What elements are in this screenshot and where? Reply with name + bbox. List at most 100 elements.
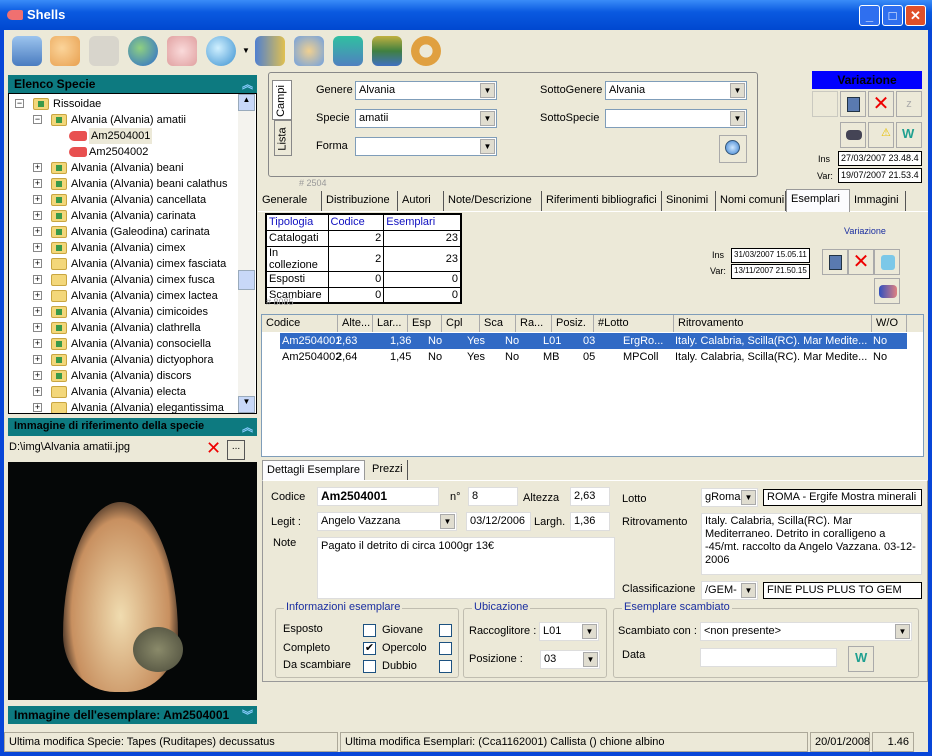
collapse-icon[interactable]: − xyxy=(33,115,42,124)
word-date-button[interactable]: W xyxy=(848,646,874,672)
expand-icon[interactable]: + xyxy=(33,307,42,316)
tree-item[interactable]: + Alvania (Alvania) cimicoides xyxy=(9,304,239,320)
expand-icon[interactable]: + xyxy=(33,371,42,380)
da-scambiare-checkbox[interactable] xyxy=(363,660,376,673)
vtab-campi[interactable]: Campi xyxy=(272,80,292,120)
edit-record-button[interactable] xyxy=(840,91,866,117)
tab-nomi-comuni[interactable]: Nomi comuni xyxy=(716,191,786,211)
remove-image-icon[interactable]: ✕ xyxy=(206,439,221,457)
species-panel-header[interactable]: Elenco Specie ︽ xyxy=(8,75,257,93)
expand-icon[interactable]: + xyxy=(33,243,42,252)
tree-item[interactable]: + Alvania (Alvania) clathrella xyxy=(9,320,239,336)
expand-icon[interactable]: + xyxy=(33,275,42,284)
search-button[interactable] xyxy=(719,135,747,163)
ritrovamento-textarea[interactable]: Italy. Calabria, Scilla(RC). Mar Mediter… xyxy=(701,513,922,575)
scroll-up-button[interactable]: ▲ xyxy=(238,94,255,111)
species-tree[interactable]: − Rissoidae − Alvania (Alvania) amatii Am250… xyxy=(8,93,257,414)
largh-field[interactable]: 1,36 xyxy=(570,512,610,531)
tree-item[interactable]: + Alvania (Alvania) cancellata xyxy=(9,192,239,208)
chevron-down-icon[interactable]: ▼ xyxy=(480,111,495,126)
tree-item[interactable]: + Alvania (Alvania) elegantissima xyxy=(9,400,239,413)
column-header[interactable]: Codice xyxy=(262,315,338,332)
tree-item[interactable]: + Alvania (Alvania) electa xyxy=(9,384,239,400)
tab-sinonimi[interactable]: Sinonimi xyxy=(662,191,716,211)
minimize-button[interactable]: _ xyxy=(859,5,880,26)
scroll-down-button[interactable]: ▼ xyxy=(238,396,255,413)
exchange-button[interactable] xyxy=(874,278,900,304)
altezza-field[interactable]: 2,63 xyxy=(570,487,610,506)
warning-calendar-button[interactable]: ⚠ xyxy=(868,122,894,148)
delete-record-button[interactable]: ✕ xyxy=(868,91,894,117)
books-icon[interactable] xyxy=(372,36,402,66)
column-header[interactable]: Cpl xyxy=(442,315,480,332)
expand-icon[interactable]: + xyxy=(33,323,42,332)
users-icon[interactable] xyxy=(294,36,324,66)
column-header[interactable]: Posiz. xyxy=(552,315,594,332)
chevron-down-icon[interactable]: ▼ xyxy=(741,490,756,505)
note-textarea[interactable]: Pagato il detrito di circa 1000gr 13€ xyxy=(317,537,615,599)
tree-scrollbar[interactable]: ▲ ▼ xyxy=(238,94,255,413)
column-header[interactable]: #Lotto xyxy=(594,315,674,332)
tree-item[interactable]: − Rissoidae xyxy=(9,96,239,112)
tab-generale[interactable]: Generale xyxy=(258,191,322,211)
chevron-down-icon[interactable]: ▼ xyxy=(730,111,745,126)
scambiato-con-select[interactable]: <non presente> ▼ xyxy=(700,622,912,641)
help-list-icon[interactable] xyxy=(50,36,80,66)
tree-item[interactable]: + Alvania (Galeodina) carinata xyxy=(9,224,239,240)
tree-item[interactable]: + Alvania (Alvania) dictyophora xyxy=(9,352,239,368)
tree-item[interactable]: + Alvania (Alvania) cimex lactea xyxy=(9,288,239,304)
giovane-checkbox[interactable] xyxy=(439,624,452,637)
expand-icon[interactable]: + xyxy=(33,339,42,348)
tree-item[interactable]: − Alvania (Alvania) amatii xyxy=(9,112,239,128)
book-icon[interactable] xyxy=(255,36,285,66)
legit-date-field[interactable]: 03/12/2006 xyxy=(466,512,531,531)
column-header[interactable]: Ra... xyxy=(516,315,552,332)
chevron-down-icon[interactable]: ▼ xyxy=(583,652,598,667)
expand-icon[interactable]: + xyxy=(33,179,42,188)
column-header[interactable]: Ritrovamento xyxy=(674,315,872,332)
tree-item[interactable]: + Alvania (Alvania) beani calathus xyxy=(9,176,239,192)
tree-item[interactable]: + Alvania (Alvania) cimex fasciata xyxy=(9,256,239,272)
refresh-record-button[interactable]: z xyxy=(896,91,922,117)
delete-specimen-button[interactable]: ✕ xyxy=(848,249,874,275)
legit-select[interactable]: Angelo Vazzana ▼ xyxy=(317,512,457,531)
column-header[interactable]: Lar... xyxy=(373,315,408,332)
tab-prezzi[interactable]: Prezzi xyxy=(368,460,408,480)
tree-item[interactable]: Am2504001 xyxy=(9,128,239,144)
specimen-image-panel-header[interactable]: Immagine dell'esemplare: Am2504001 ︾ xyxy=(8,706,257,724)
column-header[interactable]: W/O xyxy=(872,315,907,332)
expand-icon[interactable]: + xyxy=(33,291,42,300)
tree-item[interactable]: Am2504002 xyxy=(9,144,239,160)
tab-dettagli-esemplare[interactable]: Dettagli Esemplare xyxy=(262,460,365,480)
tab-autori[interactable]: Autori xyxy=(398,191,444,211)
n-field[interactable]: 8 xyxy=(468,487,518,506)
tab-distribuzione[interactable]: Distribuzione xyxy=(322,191,398,211)
cabinet-icon[interactable] xyxy=(12,36,42,66)
new-record-button[interactable] xyxy=(812,91,838,117)
table-row[interactable]: Am2504001 2,63 1,36 No Yes No L01 03 ErgRo... Ita… xyxy=(280,333,907,349)
chevron-down-icon[interactable]: ▼ xyxy=(895,624,910,639)
close-button[interactable]: ✕ xyxy=(905,5,926,26)
expand-icon[interactable]: + xyxy=(33,387,42,396)
tab-esemplari[interactable]: Esemplari xyxy=(786,189,850,212)
table-row[interactable]: Am2504002 2,64 1,45 No Yes No MB 05 MPColl Italy.… xyxy=(262,349,907,365)
dropdown-arrow-icon[interactable]: ▼ xyxy=(242,46,250,55)
recycle-button[interactable] xyxy=(874,249,900,275)
chevron-down-icon[interactable]: ▼ xyxy=(480,83,495,98)
completo-checkbox[interactable]: ✔ xyxy=(363,642,376,655)
specimen-list[interactable]: Codice Alte... Lar... Esp Cpl Sca Ra... Posiz. #… xyxy=(261,314,924,457)
chevron-down-icon[interactable]: ▼ xyxy=(480,139,495,154)
expand-icon[interactable]: + xyxy=(33,211,42,220)
dubbio-checkbox[interactable] xyxy=(439,660,452,673)
portrait-icon[interactable] xyxy=(89,36,119,66)
expand-icon[interactable]: ︾ xyxy=(242,707,253,723)
collapse-icon[interactable]: − xyxy=(15,99,24,108)
expand-icon[interactable]: + xyxy=(33,259,42,268)
esposto-checkbox[interactable] xyxy=(363,624,376,637)
codice-field[interactable]: Am2504001 xyxy=(317,487,439,506)
collapse-icon[interactable]: ︽ xyxy=(242,76,253,92)
tree-item[interactable]: + Alvania (Alvania) consociella xyxy=(9,336,239,352)
scroll-thumb[interactable] xyxy=(238,270,255,290)
gear-icon[interactable] xyxy=(411,36,441,66)
globe-search-icon[interactable] xyxy=(206,36,236,66)
